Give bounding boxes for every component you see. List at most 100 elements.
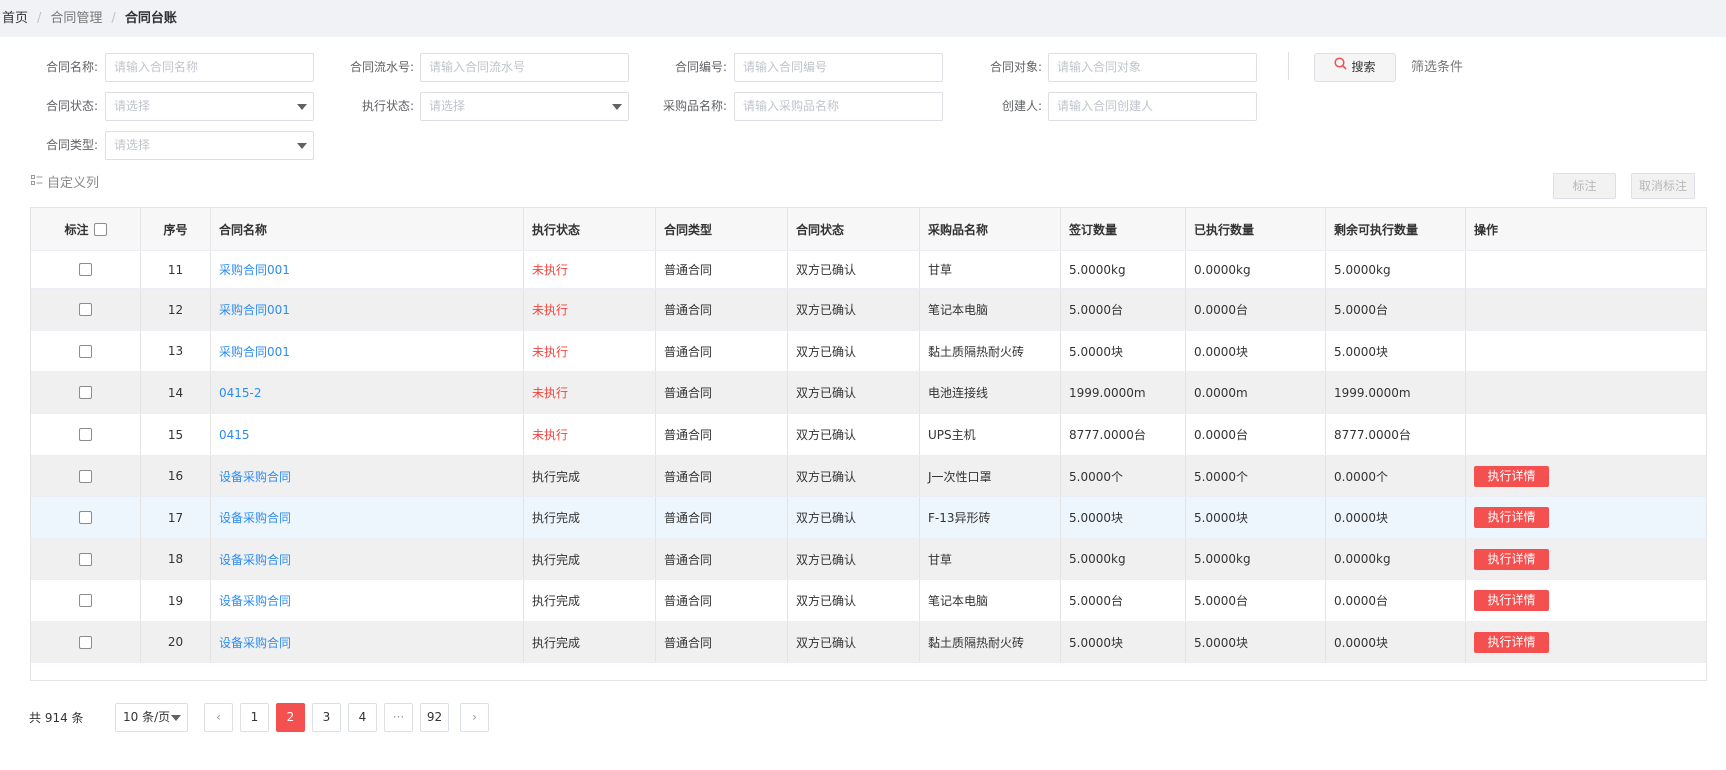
contract-name-link[interactable]: 采购合同001 [219, 261, 290, 278]
signed-qty: 5.0000块 [1069, 635, 1123, 650]
goods-name-cell: 甘草 [920, 539, 1061, 579]
signed-qty: 5.0000块 [1069, 511, 1123, 525]
executed-qty-cell: 0.0000块 [1186, 331, 1326, 371]
page-size-select[interactable]: 10 条/页 [115, 703, 188, 732]
signed-qty: 8777.0000台 [1069, 428, 1146, 442]
row-checkbox[interactable] [79, 263, 92, 276]
row-checkbox[interactable] [79, 303, 92, 316]
breadcrumb-bar: 首页 / 合同管理 / 合同台账 [0, 0, 1726, 37]
contract-status: 双方已确认 [796, 469, 857, 484]
breadcrumb-current: 合同台账 [124, 11, 177, 26]
row-checkbox[interactable] [79, 428, 92, 441]
signed-qty-cell: 5.0000台 [1061, 289, 1186, 330]
table-row: 14 0415-2 未执行 普通合同 双方已确认 电池连接线 1999.0000m 0.000… [31, 372, 1706, 414]
row-mark-cell [31, 331, 141, 371]
remaining-qty: 0.0000台 [1334, 594, 1388, 608]
creator-input[interactable]: 请输入合同创建人 [1048, 92, 1257, 121]
row-no-cell: 12 [141, 289, 211, 330]
operation-cell: 执行详情 [1466, 456, 1706, 496]
row-checkbox[interactable] [79, 552, 92, 566]
select-all-checkbox[interactable] [93, 222, 107, 236]
contract-name-link[interactable]: 设备采购合同 [219, 551, 291, 568]
breadcrumb-home[interactable]: 首页 [2, 11, 28, 26]
goods-name: 黏土质隔热耐火砖 [928, 635, 1025, 650]
contract-type: 普通合同 [664, 635, 713, 650]
operation-cell [1466, 331, 1706, 371]
signed-qty: 5.0000台 [1069, 594, 1123, 608]
page-1-button[interactable]: 1 [240, 703, 269, 732]
header-exec-status: 执行状态 [524, 208, 656, 250]
exec-details-button[interactable]: 执行详情 [1474, 507, 1549, 528]
exec-status-cell: 未执行 [524, 251, 656, 288]
exec-details-button[interactable]: 执行详情 [1474, 590, 1549, 611]
contract-type-cell: 普通合同 [656, 622, 788, 662]
row-checkbox[interactable] [79, 344, 92, 358]
serial-no-input[interactable]: 请输入合同流水号 [420, 53, 629, 82]
row-checkbox[interactable] [79, 386, 92, 399]
signed-qty: 5.0000kg [1069, 552, 1126, 566]
contract-name-link[interactable]: 设备采购合同 [219, 592, 291, 609]
row-checkbox[interactable] [79, 594, 92, 607]
contract-name-input[interactable]: 请输入合同名称 [105, 53, 314, 82]
remaining-qty: 5.0000台 [1334, 303, 1388, 317]
header-goods-name: 采购品名称 [920, 208, 1061, 250]
contract-type-cell: 普通合同 [656, 414, 788, 455]
goods-name: UPS主机 [928, 428, 976, 442]
contract-party-input[interactable]: 请输入合同对象 [1048, 53, 1257, 82]
row-no: 19 [167, 593, 184, 608]
exec-details-button[interactable]: 执行详情 [1474, 465, 1549, 487]
contract-status-select[interactable]: 请选择 [105, 92, 314, 121]
contract-name-link[interactable]: 0415 [219, 428, 250, 442]
next-page-button[interactable]: › [460, 703, 489, 732]
breadcrumb-contract-management[interactable]: 合同管理 [50, 11, 102, 26]
creator-label: 创建人: [1001, 99, 1042, 113]
search-button[interactable]: 搜索 [1314, 53, 1396, 82]
exec-status-select[interactable]: 请选择 [420, 92, 629, 121]
breadcrumb-separator: / [111, 11, 116, 26]
contract-no-input[interactable]: 请输入合同编号 [734, 53, 943, 82]
executed-qty-cell: 5.0000块 [1186, 497, 1326, 538]
signed-qty: 5.0000台 [1069, 303, 1123, 317]
row-mark-cell [31, 456, 141, 496]
executed-qty-cell: 5.0000个 [1186, 456, 1326, 496]
exec-status-cell: 未执行 [524, 414, 656, 455]
custom-columns-button[interactable]: 自定义列 [31, 174, 99, 192]
contract-status: 双方已确认 [796, 344, 857, 359]
contract-name-link[interactable]: 0415-2 [219, 386, 262, 400]
header-contract-name: 合同名称 [211, 208, 524, 250]
unmark-button[interactable]: 取消标注 [1631, 173, 1695, 199]
row-no: 18 [167, 552, 184, 566]
header-operation: 操作 [1474, 222, 1499, 237]
contract-name-link[interactable]: 采购合同001 [219, 301, 290, 318]
row-checkbox[interactable] [79, 469, 92, 483]
page-92-button[interactable]: 92 [420, 703, 449, 732]
remaining-qty: 1999.0000m [1334, 385, 1411, 400]
page-ellipsis[interactable]: ··· [384, 703, 413, 732]
contract-name-link[interactable]: 设备采购合同 [219, 468, 291, 485]
mark-button[interactable]: 标注 [1553, 173, 1616, 199]
exec-details-button[interactable]: 执行详情 [1474, 548, 1549, 570]
contract-type-select[interactable]: 请选择 [105, 131, 314, 160]
executed-qty: 0.0000台 [1194, 428, 1248, 442]
exec-status-cell: 执行完成 [524, 580, 656, 621]
exec-details-button[interactable]: 执行详情 [1474, 631, 1549, 653]
page-2-button[interactable]: 2 [276, 703, 305, 732]
goods-name-input[interactable]: 请输入采购品名称 [734, 92, 943, 121]
row-checkbox[interactable] [79, 635, 92, 649]
contract-name-link[interactable]: 设备采购合同 [219, 634, 291, 651]
contract-status: 双方已确认 [796, 552, 857, 567]
exec-status: 执行完成 [532, 552, 581, 567]
row-checkbox[interactable] [79, 511, 92, 524]
contract-status: 双方已确认 [796, 635, 857, 650]
contract-name-link[interactable]: 设备采购合同 [219, 509, 291, 526]
page-4-button[interactable]: 4 [348, 703, 377, 732]
exec-status: 执行完成 [532, 594, 581, 608]
contract-name-link[interactable]: 采购合同001 [219, 343, 290, 360]
filter-conditions-link[interactable]: 筛选条件 [1411, 60, 1463, 76]
page-3-button[interactable]: 3 [312, 703, 341, 732]
signed-qty-cell: 5.0000块 [1061, 622, 1186, 662]
row-mark-cell [31, 414, 141, 455]
prev-page-button[interactable]: ‹ [204, 703, 233, 732]
remaining-qty-cell: 0.0000kg [1326, 539, 1466, 579]
goods-name: 甘草 [928, 552, 953, 567]
